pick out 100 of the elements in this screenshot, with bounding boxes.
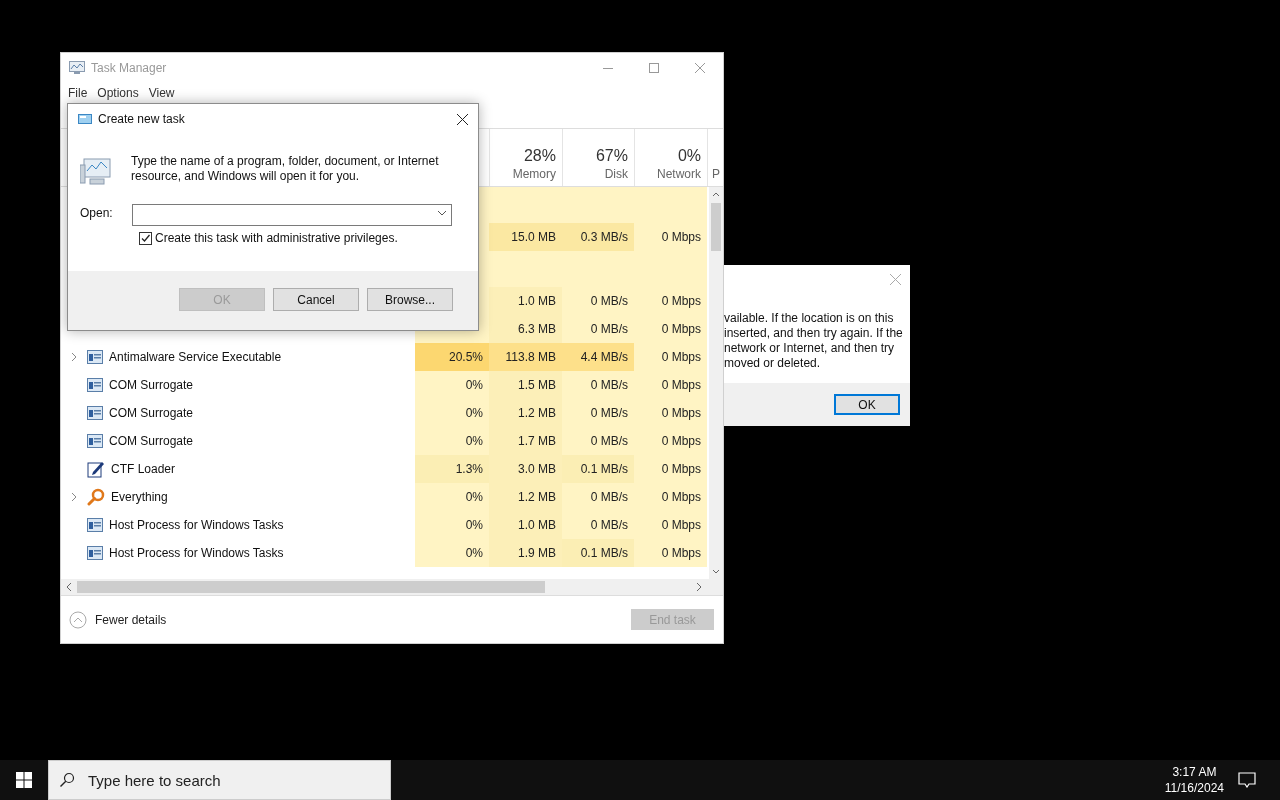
clock-time[interactable]: 3:17 AM [1172,764,1217,780]
app-window-icon [87,378,103,392]
column-label: Disk [604,166,628,182]
search-icon [59,772,75,788]
app-window-icon [87,518,103,532]
table-cell: 0.3 MB/s [562,223,634,251]
column-percent: 28% [523,146,556,166]
table-cell: 0.1 MB/s [562,455,634,483]
table-cell: 6.3 MB [489,315,562,343]
table-cell: 0 Mbps [634,287,707,315]
checkbox-label[interactable]: Create this task with administrative privileges. [155,229,398,247]
checkbox[interactable] [139,231,152,245]
chevron-right-icon[interactable] [695,582,703,592]
chevron-down-icon[interactable] [437,210,447,216]
table-cell: 0 Mbps [634,343,707,371]
close-icon [889,273,901,285]
table-cell: 113.8 MB [489,343,562,371]
scrollbar-thumb[interactable] [711,203,721,251]
app-window-icon [87,546,103,560]
pen-icon [87,460,105,478]
column-header[interactable]: 0% Network [634,129,707,186]
chevron-down-icon[interactable] [712,569,720,575]
table-cell: 0 MB/s [562,511,634,539]
column-label: Memory [512,166,556,182]
magnifier-icon [87,488,105,506]
table-cell: 0 Mbps [634,455,707,483]
table-cell: 0 MB/s [562,287,634,315]
table-cell: 0 Mbps [634,483,707,511]
ok-button[interactable]: OK [834,394,900,415]
column-header[interactable]: 28% Memory [489,129,562,186]
monitor-icon [69,61,85,75]
fewer-details-link[interactable]: Fewer details [95,610,167,629]
chevron-right-icon[interactable] [71,352,77,362]
table-cell: 0 MB/s [562,427,634,455]
menu-item[interactable]: File [65,84,91,102]
column-header[interactable]: P [707,129,725,186]
process-name: COM Surrogate [109,377,194,394]
computer-icon [80,157,112,187]
table-cell: 15.0 MB [489,223,562,251]
table-cell: 1.9 MB [489,539,562,567]
error-message-line: inserted, and then try again. If the [724,326,904,341]
table-cell: 0 Mbps [634,511,707,539]
run-icon [78,114,92,124]
table-cell: 1.0 MB [489,287,562,315]
open-combobox[interactable] [132,204,452,226]
minimize-icon [603,67,613,69]
dialog-title: Create new task [98,111,185,128]
table-cell: 0% [415,371,489,399]
app-window-icon [87,434,103,448]
table-cell: 0 Mbps [634,399,707,427]
table-cell: 20.5% [415,343,489,371]
close-icon [456,113,468,125]
vertical-scrollbar[interactable] [709,187,723,579]
error-message-line: network or Internet, and then try [724,341,896,356]
chevron-up-icon[interactable] [712,191,720,197]
table-cell: 1.2 MB [489,483,562,511]
chevron-right-icon[interactable] [71,492,77,502]
close-icon [695,63,705,73]
table-cell: 0% [415,399,489,427]
clock-date[interactable]: 11/16/2024 [1164,780,1224,796]
close-button[interactable] [454,111,470,127]
horizontal-scrollbar[interactable] [61,579,723,595]
column-header[interactable]: 67% Disk [562,129,634,186]
error-message-line: vailable. If the location is on this [724,311,895,326]
window-title: Task Manager [91,60,167,77]
table-cell: 0 Mbps [634,427,707,455]
table-cell: 1.3% [415,455,489,483]
maximize-icon [649,63,659,73]
windows-logo-icon [16,772,32,788]
column-label: Network [657,166,701,182]
table-cell: 0 MB/s [562,483,634,511]
table-cell: 1.7 MB [489,427,562,455]
dialog-button[interactable]: Cancel [273,288,359,311]
table-cell: 0 Mbps [634,539,707,567]
table-cell: 0.1 MB/s [562,539,634,567]
chevron-up-circle-icon[interactable] [69,610,87,629]
table-cell: 0% [415,483,489,511]
menu-item[interactable]: View [145,84,178,102]
chevron-left-icon[interactable] [65,582,73,592]
column-percent: 0% [677,146,701,166]
table-cell: 1.0 MB [489,511,562,539]
search-field[interactable]: Type here to search [48,760,391,800]
table-cell: 1.5 MB [489,371,562,399]
process-name: Host Process for Windows Tasks [109,545,284,562]
scrollbar-thumb[interactable] [77,581,545,593]
table-cell: 0 MB/s [562,315,634,343]
table-cell: 0 Mbps [634,223,707,251]
process-name: Everything [111,489,168,506]
table-cell: 0 MB/s [562,371,634,399]
table-cell: 0 MB/s [562,399,634,427]
notification-icon[interactable] [1238,772,1256,788]
process-name: COM Surrogate [109,405,194,422]
table-cell: 0 Mbps [634,371,707,399]
table-cell: 4.4 MB/s [562,343,634,371]
open-label: Open: [80,205,114,222]
table-cell: 0% [415,511,489,539]
table-cell: 1.2 MB [489,399,562,427]
dialog-button[interactable]: Browse... [367,288,453,311]
column-label: P [712,166,720,182]
menu-item[interactable]: Options [94,84,142,102]
